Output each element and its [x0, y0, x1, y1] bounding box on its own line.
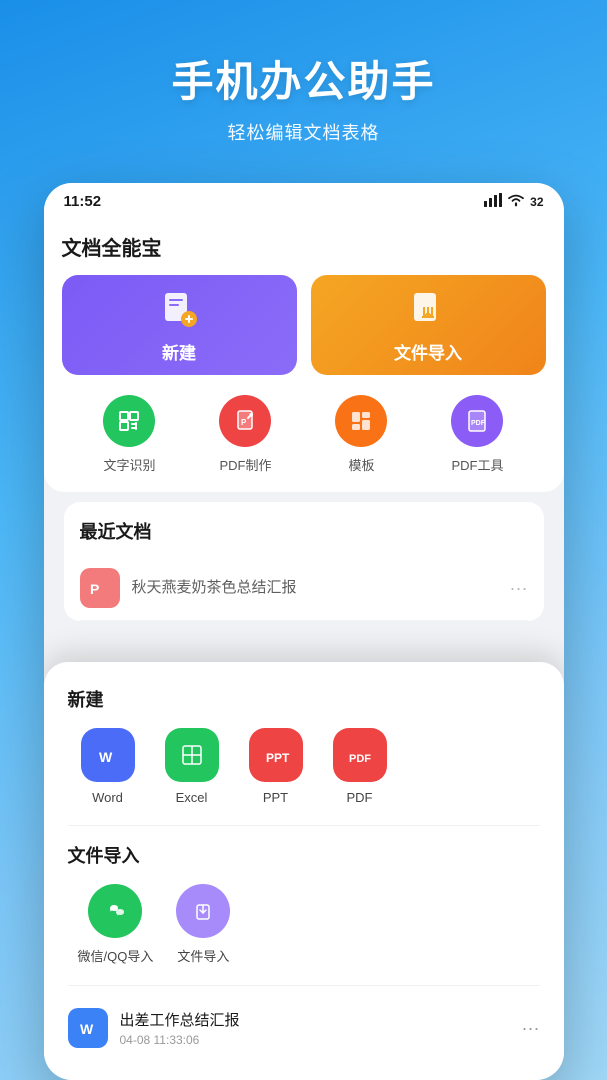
doc-item-2-wrapper: W 出差工作总结汇报 04-08 11:33:06 ···	[68, 985, 540, 1060]
svg-text:W: W	[80, 1021, 94, 1037]
action-buttons: 新建 文件导入	[62, 275, 546, 375]
template-icon	[335, 395, 387, 447]
tool-template[interactable]: 模板	[335, 395, 387, 474]
ppt-icon: PPT	[249, 728, 303, 782]
doc-icon-word: W	[68, 1008, 108, 1048]
app-title: 手机办公助手	[20, 48, 587, 109]
template-label: 模板	[348, 455, 374, 474]
doc-more-1[interactable]: ···	[510, 578, 528, 599]
new-button[interactable]: 新建	[62, 275, 297, 375]
pdf-icon: PDF	[333, 728, 387, 782]
overlay-ppt[interactable]: PPT PPT	[246, 728, 306, 805]
doc-info-2: 出差工作总结汇报 04-08 11:33:06	[120, 1009, 510, 1047]
svg-text:PPT: PPT	[266, 751, 290, 765]
divider	[68, 825, 540, 826]
doc-info-1: 秋天燕麦奶茶色总结汇报	[132, 576, 498, 600]
pdf-label: PDF	[347, 790, 373, 805]
pdf-tools-label: PDF工具	[451, 455, 503, 474]
doc-item-2[interactable]: W 出差工作总结汇报 04-08 11:33:06 ···	[68, 996, 540, 1060]
signal-icon	[484, 193, 502, 210]
tool-pdf-make[interactable]: P PDF制作	[219, 395, 271, 474]
pdf-make-icon: P	[219, 395, 271, 447]
recent-title: 最近文档	[80, 518, 528, 544]
recent-section: 最近文档 P 秋天燕麦奶茶色总结汇报 ···	[64, 502, 544, 621]
word-icon: W	[81, 728, 135, 782]
phone-mockup: 11:52 32 文档全能宝	[44, 183, 564, 1080]
import-label: 文件导入	[394, 339, 462, 364]
app-name: 文档全能宝	[62, 232, 546, 261]
doc-name-2: 出差工作总结汇报	[120, 1009, 510, 1030]
svg-text:W: W	[99, 749, 113, 765]
excel-label: Excel	[176, 790, 208, 805]
ppt-label: PPT	[263, 790, 288, 805]
overlay-new-title: 新建	[68, 686, 540, 712]
file-import-icon	[176, 884, 230, 938]
svg-text:PDF: PDF	[349, 753, 371, 765]
ocr-icon	[103, 395, 155, 447]
excel-icon	[165, 728, 219, 782]
recent-section-wrapper: 最近文档 P 秋天燕麦奶茶色总结汇报 ···	[44, 502, 564, 621]
tool-pdf-tools[interactable]: PDF PDF工具	[451, 395, 503, 474]
doc-name-1: 秋天燕麦奶茶色总结汇报	[132, 576, 498, 597]
wechat-icon	[88, 884, 142, 938]
import-icon	[406, 287, 450, 331]
overlay-new-items: W Word	[68, 728, 540, 805]
overlay-wechat[interactable]: 微信/QQ导入	[78, 884, 154, 965]
doc-item-1[interactable]: P 秋天燕麦奶茶色总结汇报 ···	[80, 556, 528, 621]
doc-icon-ppt: P	[80, 568, 120, 608]
app-subtitle: 轻松编辑文档表格	[20, 119, 587, 145]
doc-date-2: 04-08 11:33:06	[120, 1033, 510, 1047]
wifi-icon	[507, 193, 525, 210]
status-time: 11:52	[64, 193, 102, 210]
overlay-import-items: 微信/QQ导入 文件导入	[68, 884, 540, 965]
overlay-import-section: 文件导入 微信/QQ导入	[68, 842, 540, 965]
new-label: 新建	[162, 339, 196, 364]
overlay-excel[interactable]: Excel	[162, 728, 222, 805]
app-content: 文档全能宝 新建	[44, 216, 564, 1077]
overlay-panel: 新建 W Word	[44, 662, 564, 1077]
file-import-label: 文件导入	[177, 946, 229, 965]
word-label: Word	[92, 790, 123, 805]
tool-ocr[interactable]: 文字识别	[103, 395, 155, 474]
header: 手机办公助手 轻松编辑文档表格	[0, 0, 607, 165]
import-button[interactable]: 文件导入	[311, 275, 546, 375]
pdf-make-label: PDF制作	[219, 455, 271, 474]
top-section: 文档全能宝 新建	[44, 216, 564, 492]
overlay-import-title: 文件导入	[68, 842, 540, 868]
svg-text:P: P	[90, 581, 99, 597]
overlay-file-import[interactable]: 文件导入	[173, 884, 233, 965]
overlay-pdf[interactable]: PDF PDF	[330, 728, 390, 805]
battery-icon: 32	[530, 195, 543, 209]
quick-tools: 文字识别 P PDF制作	[62, 395, 546, 474]
overlay-word[interactable]: W Word	[78, 728, 138, 805]
ocr-label: 文字识别	[103, 455, 155, 474]
status-bar: 11:52 32	[44, 183, 564, 216]
doc-more-2[interactable]: ···	[522, 1018, 540, 1039]
svg-text:P: P	[241, 418, 247, 427]
new-icon	[157, 287, 201, 331]
status-icons: 32	[484, 193, 543, 210]
pdf-tools-icon: PDF	[451, 395, 503, 447]
overlay-new-section: 新建 W Word	[68, 686, 540, 805]
wechat-label: 微信/QQ导入	[78, 946, 154, 965]
svg-text:PDF: PDF	[471, 420, 486, 427]
